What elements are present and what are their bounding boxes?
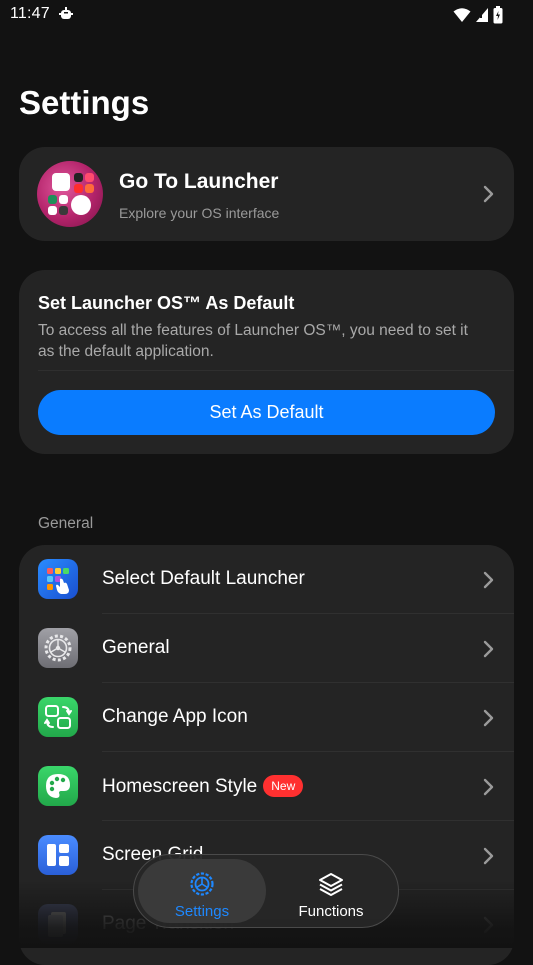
debug-notification-icon — [59, 7, 73, 19]
chevron-right-icon — [483, 916, 494, 934]
tab-functions[interactable]: Functions — [267, 859, 395, 923]
list-item-label: Homescreen Style New — [102, 775, 304, 798]
tab-functions-label: Functions — [298, 903, 364, 920]
tab-settings-label: Settings — [174, 903, 230, 920]
status-bar: 11:47 — [0, 0, 533, 30]
list-item-general[interactable]: General — [19, 614, 514, 683]
go-to-launcher-card[interactable]: Go To Launcher Explore your OS interface — [19, 147, 514, 241]
default-card-title: Set Launcher OS™ As Default — [38, 293, 295, 313]
new-badge: New — [263, 775, 304, 797]
chevron-right-icon — [483, 640, 494, 658]
page-title: Settings — [19, 84, 150, 121]
launcher-card-subtitle: Explore your OS interface — [119, 205, 280, 221]
list-item-label: General — [102, 637, 170, 658]
list-item-label: Select Default Launcher — [102, 568, 305, 589]
launcher-card-title: Go To Launcher — [119, 170, 279, 193]
list-item-label: Change App Icon — [102, 706, 248, 727]
chevron-right-icon — [483, 847, 494, 865]
chevron-right-icon — [483, 571, 494, 589]
change-app-icon — [38, 697, 78, 737]
set-as-default-button[interactable]: Set As Default — [38, 390, 495, 435]
chevron-right-icon — [483, 778, 494, 796]
status-time: 11:47 — [10, 5, 50, 22]
list-item-select-default-launcher[interactable]: Select Default Launcher — [19, 545, 514, 614]
list-item-homescreen-style[interactable]: Homescreen Style New — [19, 752, 514, 821]
wifi-icon — [453, 8, 471, 22]
layers-icon — [319, 873, 343, 896]
battery-icon — [493, 6, 503, 24]
chevron-right-icon — [483, 709, 494, 727]
palette-icon — [38, 766, 78, 806]
settings-gear-icon — [190, 872, 214, 896]
chevron-right-icon — [483, 185, 494, 203]
grid-icon — [38, 835, 78, 875]
status-icons — [453, 6, 503, 24]
tab-settings[interactable]: Settings — [138, 859, 266, 923]
list-item-label-text: Homescreen Style — [102, 776, 258, 797]
launcher-preview-thumbnail — [37, 161, 103, 227]
page-transition-icon — [38, 904, 78, 944]
bottom-navigation: Settings Functions — [133, 854, 399, 928]
list-item-change-app-icon[interactable]: Change App Icon — [19, 683, 514, 752]
card-divider — [38, 370, 514, 371]
default-card-description: To access all the features of Launcher O… — [38, 322, 468, 360]
set-default-card: Set Launcher OS™ As Default To access al… — [19, 270, 514, 454]
signal-icon — [476, 8, 488, 22]
general-section-label: General — [38, 515, 94, 532]
gear-icon — [38, 628, 78, 668]
default-launcher-icon — [38, 559, 78, 599]
